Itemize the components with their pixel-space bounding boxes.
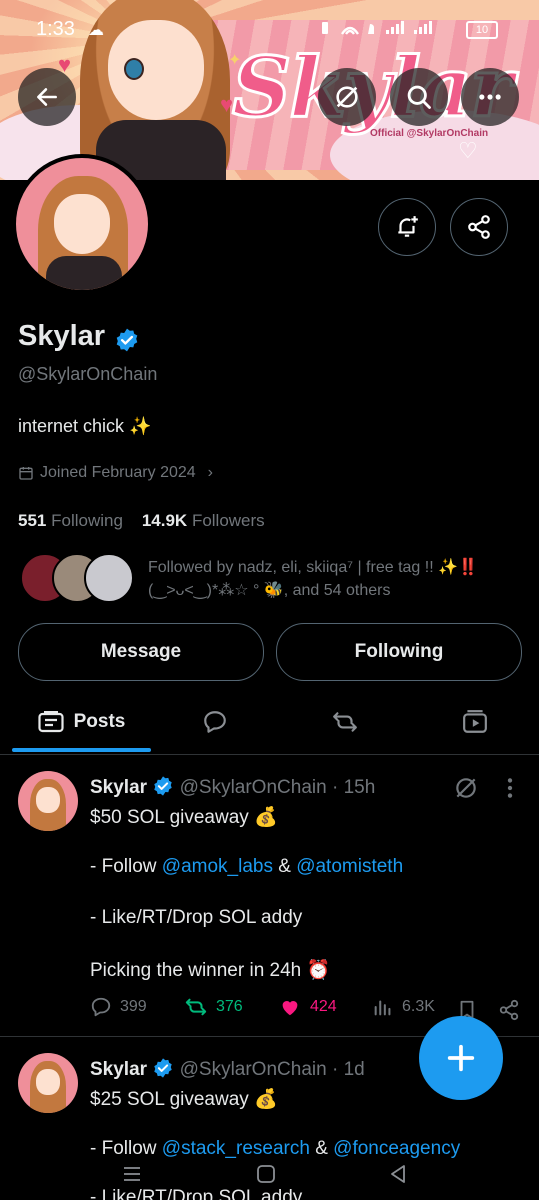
media-icon — [463, 710, 487, 733]
like-count: 424 — [310, 998, 337, 1015]
view-count: 6.3K — [402, 998, 435, 1015]
reply-button[interactable]: 399 — [90, 996, 147, 1018]
heart-icon: ♥ — [220, 92, 234, 117]
plus-icon — [447, 1044, 475, 1072]
more-icon — [479, 94, 501, 100]
profile-tabs: Posts — [0, 690, 539, 755]
heart-filled-icon — [282, 1001, 298, 1016]
grok-button[interactable] — [318, 68, 376, 126]
notifications-button[interactable] — [378, 198, 436, 256]
post-text: & — [272, 856, 297, 877]
status-time: 1:33 — [36, 18, 75, 40]
post-text-line: - Like/RT/Drop SOL addy — [90, 907, 303, 928]
replies-icon — [204, 711, 226, 733]
reply-count: 399 — [120, 998, 147, 1015]
repost-button[interactable]: 376 — [184, 996, 243, 1018]
tab-reposts[interactable] — [290, 690, 400, 754]
following-label: Following — [51, 511, 123, 530]
tab-replies[interactable] — [160, 690, 270, 754]
repost-icon — [185, 998, 207, 1016]
post-author-handle[interactable]: @SkylarOnChain — [180, 1059, 327, 1080]
verified-badge-icon — [154, 1058, 173, 1078]
views-icon — [374, 1000, 391, 1016]
banner-character-eye — [124, 58, 144, 80]
heart-icon: ♡ — [458, 138, 478, 163]
signal-icons — [322, 21, 432, 35]
follow-stats: 551 Following 14.9K Followers — [18, 511, 265, 531]
like-button[interactable]: 424 — [278, 996, 337, 1018]
post-header: Skylar @SkylarOnChain · 15h — [90, 775, 375, 799]
avatar-face — [36, 1069, 60, 1095]
tab-media[interactable] — [420, 690, 530, 754]
post-more-icon[interactable] — [500, 775, 520, 801]
search-button[interactable] — [390, 68, 448, 126]
post-text-line: Picking the winner in 24h ⏰ — [90, 960, 331, 981]
repost-count: 376 — [216, 998, 243, 1015]
following-count: 551 — [18, 511, 47, 530]
home-icon[interactable] — [254, 1162, 278, 1186]
post-time[interactable]: · 1d — [332, 1059, 365, 1080]
share-icon — [468, 215, 490, 239]
back-nav-icon[interactable] — [386, 1162, 410, 1186]
followers-label: Followers — [191, 511, 265, 530]
reply-icon — [91, 997, 111, 1017]
bell-plus-icon — [398, 216, 418, 237]
verified-badge-icon — [154, 776, 173, 796]
avatar-body — [46, 256, 122, 290]
profile-bio: internet chick ✨ — [18, 416, 152, 436]
grok-icon[interactable] — [453, 775, 479, 801]
post-author-name[interactable]: Skylar — [90, 1059, 147, 1080]
post-text-line: $50 SOL giveaway 💰 — [90, 807, 278, 828]
following-button[interactable]: Following — [276, 623, 522, 681]
mention-link[interactable]: @atomisteth — [296, 856, 403, 877]
profile-name: Skylar — [18, 320, 106, 352]
calendar-icon — [19, 467, 33, 480]
system-nav-bar — [0, 1150, 539, 1200]
follower-avatar[interactable] — [84, 553, 134, 603]
share-profile-button[interactable] — [450, 198, 508, 256]
recent-apps-icon[interactable] — [120, 1162, 144, 1186]
followers-count: 14.9K — [141, 511, 188, 530]
views-button[interactable]: 6.3K — [372, 996, 435, 1018]
post-avatar[interactable] — [18, 1053, 78, 1113]
cloud-icon: ☁ — [88, 22, 104, 39]
tab-posts[interactable]: Posts — [12, 690, 151, 754]
followers-link[interactable]: 14.9K Followers — [142, 511, 265, 530]
joined-text: Joined February 2024 — [40, 464, 196, 481]
chevron-right-icon: › — [207, 464, 213, 481]
avatar-face — [36, 787, 60, 813]
post-author-name[interactable]: Skylar — [90, 777, 147, 798]
followed-by-text[interactable]: Followed by nadz, eli, skiiqa⁷ | free ta… — [148, 556, 528, 602]
following-link[interactable]: 551 Following — [18, 511, 123, 530]
profile-handle: @SkylarOnChain — [18, 364, 158, 384]
battery-icon: 10 — [466, 21, 498, 39]
post-header: Skylar @SkylarOnChain · 1d — [90, 1057, 365, 1081]
profile-avatar[interactable] — [12, 154, 152, 294]
compose-button[interactable] — [419, 1016, 503, 1100]
post-text: - Follow — [90, 856, 162, 877]
post-author-handle[interactable]: @SkylarOnChain — [180, 777, 327, 798]
posts-icon — [38, 711, 64, 733]
joined-date[interactable]: Joined February 2024 › — [18, 464, 213, 482]
more-button[interactable] — [461, 68, 519, 126]
message-button[interactable]: Message — [18, 623, 264, 681]
share-icon[interactable] — [498, 998, 520, 1022]
active-tab-indicator — [12, 748, 151, 752]
back-button[interactable] — [18, 68, 76, 126]
verified-badge-icon[interactable] — [114, 327, 140, 353]
search-icon — [407, 85, 431, 109]
mention-link[interactable]: @amok_labs — [162, 856, 273, 877]
status-icons — [322, 18, 442, 43]
repost-icon — [333, 712, 357, 732]
post-text-line: $25 SOL giveaway 💰 — [90, 1089, 278, 1110]
arrow-left-icon — [37, 88, 57, 106]
tab-posts-label: Posts — [73, 711, 126, 732]
post-avatar[interactable] — [18, 771, 78, 831]
avatar-face — [54, 194, 110, 254]
post-text-line: - Follow @amok_labs & @atomisteth — [90, 856, 403, 878]
status-bar: 1:33 ☁ 10 — [0, 0, 539, 60]
post[interactable]: Skylar @SkylarOnChain · 15h $50 SOL give… — [0, 755, 539, 1037]
grok-icon — [336, 86, 358, 108]
post-time[interactable]: · 15h — [332, 777, 375, 798]
